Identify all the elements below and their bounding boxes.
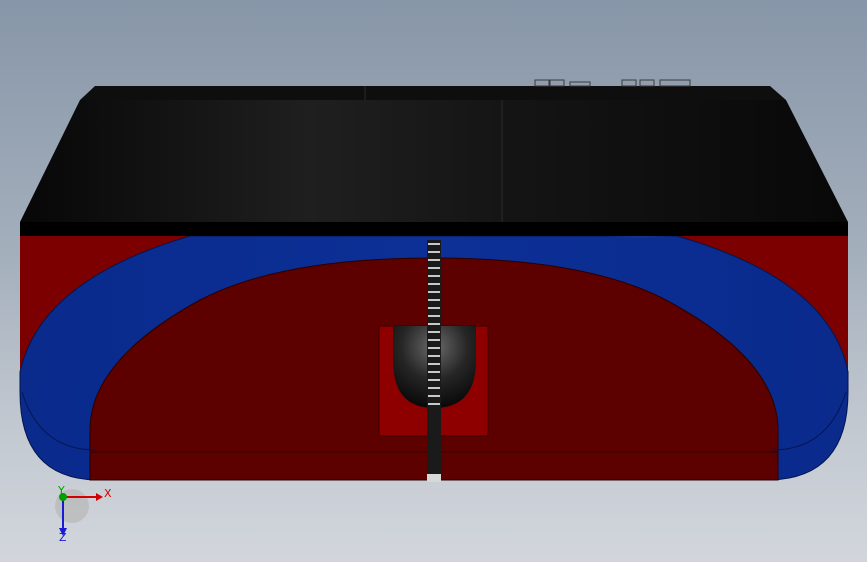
cad-viewport[interactable]: X Y Z xyxy=(0,0,867,562)
lid-edge-band xyxy=(20,222,848,236)
coordinate-triad[interactable]: X Y Z xyxy=(55,484,112,544)
x-axis-arrow xyxy=(96,493,103,501)
slot-base xyxy=(427,474,441,482)
3d-model-scene[interactable]: X Y Z xyxy=(0,0,867,562)
y-axis-label: Y xyxy=(57,484,65,497)
lid-top xyxy=(80,86,786,100)
lid-front xyxy=(20,100,848,222)
slot-ribs xyxy=(428,243,440,405)
z-axis-label: Z xyxy=(59,531,67,544)
x-axis-label: X xyxy=(104,487,112,500)
lid-top-details xyxy=(534,79,691,87)
